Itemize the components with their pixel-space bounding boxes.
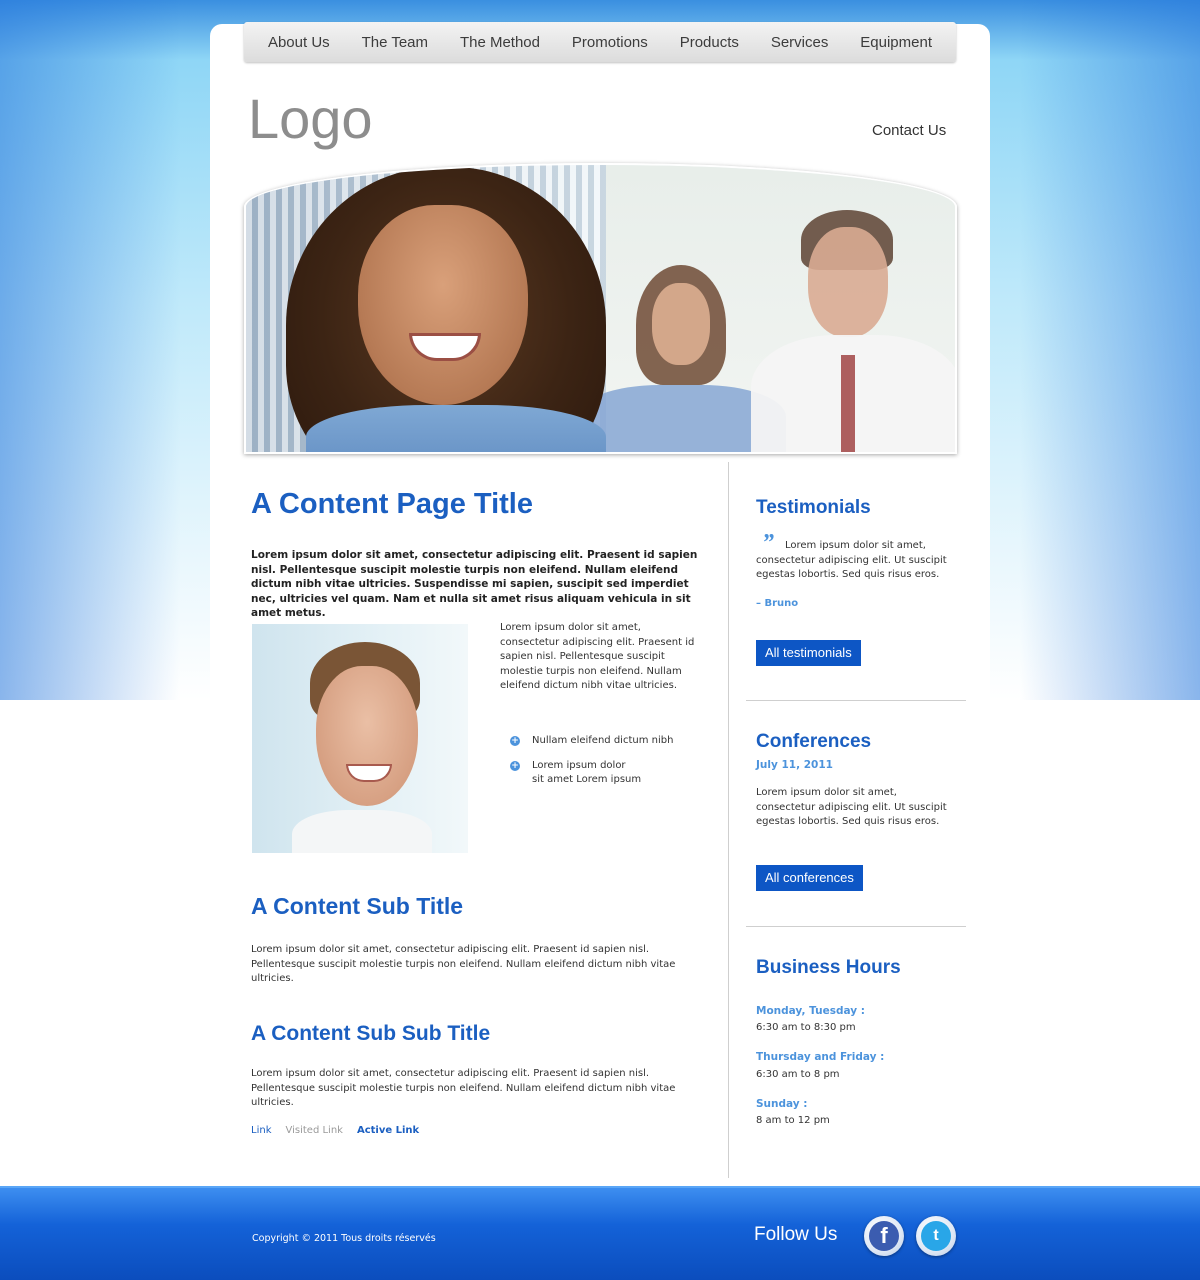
- facebook-icon[interactable]: f: [864, 1216, 904, 1256]
- hero-banner-image: [244, 163, 957, 454]
- copyright-text: Copyright © 2011 Tous droits réservés: [252, 1233, 436, 1244]
- portrait-face: [316, 666, 418, 806]
- column-divider: [728, 462, 729, 1178]
- conference-date: July 11, 2011: [756, 759, 833, 771]
- portrait-shirt: [292, 810, 432, 853]
- sidebar-divider: [746, 700, 966, 701]
- testimonials-title: Testimonials: [756, 497, 871, 518]
- list-item-text: Nullam eleifend dictum nibh: [532, 735, 674, 746]
- hero-person-2-face: [652, 283, 710, 365]
- hours-value: 8 am to 12 pm: [756, 1115, 830, 1126]
- sub-title-paragraph: Lorem ipsum dolor sit amet, consectetur …: [251, 944, 676, 984]
- contact-us-link[interactable]: Contact Us: [872, 122, 946, 139]
- nav-item-products[interactable]: Products: [680, 34, 739, 51]
- sample-active-link[interactable]: Active Link: [357, 1125, 419, 1136]
- nav-item-services[interactable]: Services: [771, 34, 829, 51]
- nav-item-the-team[interactable]: The Team: [362, 34, 428, 51]
- nav-item-equipment[interactable]: Equipment: [860, 34, 932, 51]
- conference-text: Lorem ipsum dolor sit amet, consectetur …: [756, 787, 947, 827]
- bullet-list: + Nullam eleifend dictum nibh + Lorem ip…: [510, 734, 710, 798]
- site-logo[interactable]: Logo: [248, 86, 373, 151]
- plus-bullet-icon: +: [510, 736, 520, 746]
- sample-link[interactable]: Link: [251, 1125, 271, 1136]
- hours-label: Monday, Tuesday :: [756, 1005, 865, 1017]
- content-portrait-image: [252, 624, 468, 853]
- footer: Copyright © 2011 Tous droits réservés Fo…: [0, 1186, 1200, 1280]
- nav-item-promotions[interactable]: Promotions: [572, 34, 648, 51]
- hero-person-3-tie: [841, 355, 855, 452]
- list-item: + Lorem ipsum dolor sit amet Lorem ipsum: [510, 759, 710, 788]
- list-item-text: Lorem ipsum dolor sit amet Lorem ipsum: [532, 759, 642, 786]
- testimonial-text: Lorem ipsum dolor sit amet, consectetur …: [756, 540, 947, 580]
- twitter-icon[interactable]: t: [916, 1216, 956, 1256]
- hours-label: Sunday :: [756, 1098, 808, 1110]
- link-samples: Link Visited Link Active Link: [251, 1125, 419, 1136]
- hero-person-1-face: [358, 205, 528, 405]
- main-nav: About Us The Team The Method Promotions …: [244, 22, 956, 62]
- intro-paragraph: Lorem ipsum dolor sit amet, consectetur …: [251, 549, 698, 619]
- conferences-title: Conferences: [756, 731, 872, 752]
- content-sub-sub-title: A Content Sub Sub Title: [251, 1022, 491, 1045]
- list-item: + Nullam eleifend dictum nibh: [510, 734, 710, 749]
- hero-person-3-face: [808, 227, 888, 337]
- hours-value: 6:30 am to 8 pm: [756, 1069, 840, 1080]
- sub-sub-title-paragraph: Lorem ipsum dolor sit amet, consectetur …: [251, 1068, 676, 1108]
- page-title: A Content Page Title: [251, 488, 533, 520]
- all-testimonials-button[interactable]: All testimonials: [756, 640, 861, 666]
- all-conferences-button[interactable]: All conferences: [756, 865, 863, 891]
- content-sub-title: A Content Sub Title: [251, 893, 464, 919]
- nav-item-about-us[interactable]: About Us: [268, 34, 330, 51]
- hours-value: 6:30 am to 8:30 pm: [756, 1022, 856, 1033]
- follow-us-label: Follow Us: [754, 1224, 838, 1245]
- sample-visited-link[interactable]: Visited Link: [285, 1125, 342, 1136]
- image-side-paragraph: Lorem ipsum dolor sit amet, consectetur …: [500, 622, 695, 691]
- plus-bullet-icon: +: [510, 760, 520, 771]
- hero-person-1-scrubs: [306, 405, 606, 452]
- testimonial-author: – Bruno: [756, 598, 799, 609]
- facebook-glyph: f: [869, 1221, 899, 1251]
- twitter-glyph: t: [921, 1221, 951, 1251]
- nav-item-the-method[interactable]: The Method: [460, 34, 540, 51]
- hours-label: Thursday and Friday :: [756, 1051, 885, 1063]
- business-hours-title: Business Hours: [756, 957, 901, 978]
- sidebar-divider: [746, 926, 966, 927]
